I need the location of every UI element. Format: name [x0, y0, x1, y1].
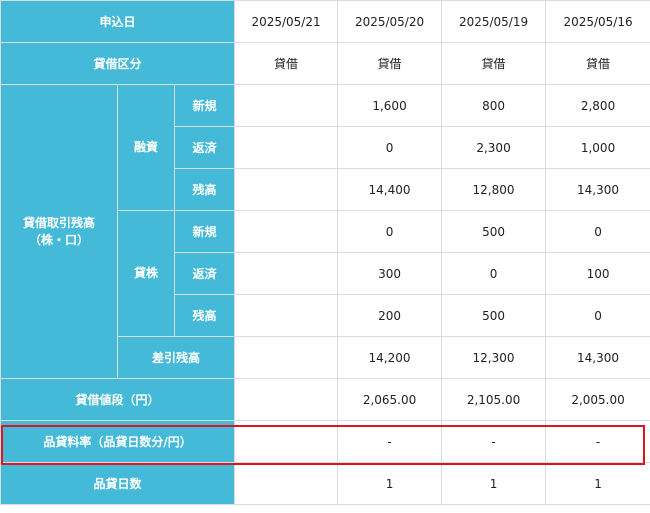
cell-nissu-3: 1 [441, 462, 547, 505]
cell-yushi-hensai-3: 2,300 [441, 126, 547, 169]
label-yushi: 融資 [117, 84, 175, 211]
cell-ryoritsu-2: - [337, 420, 443, 463]
cell-sashihiki-1 [234, 336, 339, 379]
cell-yushi-shinki-1 [234, 84, 339, 127]
cell-kubun-2: 貸借 [337, 42, 443, 85]
cell-nedan-4: 2,005.00 [545, 378, 650, 421]
cell-yushi-zandaka-1 [234, 168, 339, 211]
cell-yushi-shinki-2: 1,600 [337, 84, 443, 127]
cell-kubun-4: 貸借 [545, 42, 650, 85]
cell-nedan-1 [234, 378, 339, 421]
row-ryoritsu: 品貸料率（品貸日数分/円） - - - [0, 420, 650, 463]
label-zandaka-line1: 貸借取引残高 [22, 215, 95, 230]
label-nissu: 品貸日数 [0, 462, 236, 505]
cell-nedan-2: 2,065.00 [337, 378, 443, 421]
label-sashihiki: 差引残高 [116, 336, 236, 379]
cell-yushi-shinki-3: 800 [441, 84, 547, 127]
cell-kashikabu-zandaka-1 [234, 294, 339, 337]
date-col-3: 2025/05/19 [441, 0, 547, 43]
cell-kashikabu-hensai-4: 100 [545, 252, 650, 295]
cell-kashikabu-hensai-2: 300 [337, 252, 443, 295]
cell-yushi-zandaka-3: 12,800 [441, 168, 547, 211]
cell-kashikabu-hensai-3: 0 [441, 252, 547, 295]
cell-kashikabu-zandaka-2: 200 [337, 294, 443, 337]
margin-trading-table-panel: 申込日 2025/05/21 2025/05/20 2025/05/19 202… [0, 0, 650, 513]
cell-yushi-hensai-2: 0 [337, 126, 443, 169]
label-yushi-zandaka: 残高 [173, 168, 236, 211]
date-col-4: 2025/05/16 [545, 0, 650, 43]
cell-kashikabu-zandaka-4: 0 [545, 294, 650, 337]
cell-nedan-3: 2,105.00 [441, 378, 547, 421]
cell-kashikabu-shinki-3: 500 [441, 210, 547, 253]
label-kubun: 貸借区分 [0, 42, 236, 85]
cell-yushi-hensai-4: 1,000 [545, 126, 650, 169]
row-application-date: 申込日 2025/05/21 2025/05/20 2025/05/19 202… [0, 0, 650, 43]
label-kashikabu-shinki: 新規 [173, 210, 236, 253]
row-kubun: 貸借区分 貸借 貸借 貸借 貸借 [0, 42, 650, 85]
row-nissu: 品貸日数 1 1 1 [0, 462, 650, 505]
date-col-2: 2025/05/20 [337, 0, 443, 43]
cell-kashikabu-shinki-1 [234, 210, 339, 253]
cell-ryoritsu-3: - [441, 420, 547, 463]
label-zandaka-line2: （株・口） [28, 232, 89, 247]
cell-nissu-4: 1 [545, 462, 650, 505]
label-kashikabu-zandaka: 残高 [173, 294, 236, 337]
cell-ryoritsu-1 [234, 420, 339, 463]
label-kashikabu-hensai: 返済 [173, 252, 236, 295]
date-col-1: 2025/05/21 [234, 0, 339, 43]
cell-kashikabu-hensai-1 [234, 252, 339, 295]
cell-kashikabu-shinki-4: 0 [545, 210, 650, 253]
label-yushi-hensai: 返済 [173, 126, 236, 169]
label-kashikabu: 貸株 [117, 210, 175, 337]
row-nedan: 貸借値段（円） 2,065.00 2,105.00 2,005.00 [0, 378, 650, 421]
cell-sashihiki-2: 14,200 [337, 336, 443, 379]
label-yushi-shinki: 新規 [173, 84, 236, 127]
cell-sashihiki-3: 12,300 [441, 336, 547, 379]
label-nedan: 貸借値段（円） [0, 378, 236, 421]
cell-ryoritsu-4: - [545, 420, 650, 463]
cell-nissu-2: 1 [337, 462, 443, 505]
cell-yushi-shinki-4: 2,800 [545, 84, 650, 127]
cell-kubun-1: 貸借 [234, 42, 339, 85]
cell-nissu-1 [234, 462, 339, 505]
label-zandaka-group: 貸借取引残高 （株・口） [0, 84, 118, 379]
label-ryoritsu: 品貸料率（品貸日数分/円） [0, 420, 236, 463]
cell-kashikabu-zandaka-3: 500 [441, 294, 547, 337]
cell-yushi-zandaka-4: 14,300 [545, 168, 650, 211]
cell-sashihiki-4: 14,300 [545, 336, 650, 379]
cell-yushi-zandaka-2: 14,400 [337, 168, 443, 211]
cell-kashikabu-shinki-2: 0 [337, 210, 443, 253]
cell-yushi-hensai-1 [234, 126, 339, 169]
header-label-application-date: 申込日 [0, 0, 236, 43]
cell-kubun-3: 貸借 [441, 42, 547, 85]
margin-trading-table: 申込日 2025/05/21 2025/05/20 2025/05/19 202… [0, 0, 650, 505]
row-yushi-shinki: 貸借取引残高 （株・口） 融資 新規 1,600 800 2,800 [0, 84, 650, 379]
